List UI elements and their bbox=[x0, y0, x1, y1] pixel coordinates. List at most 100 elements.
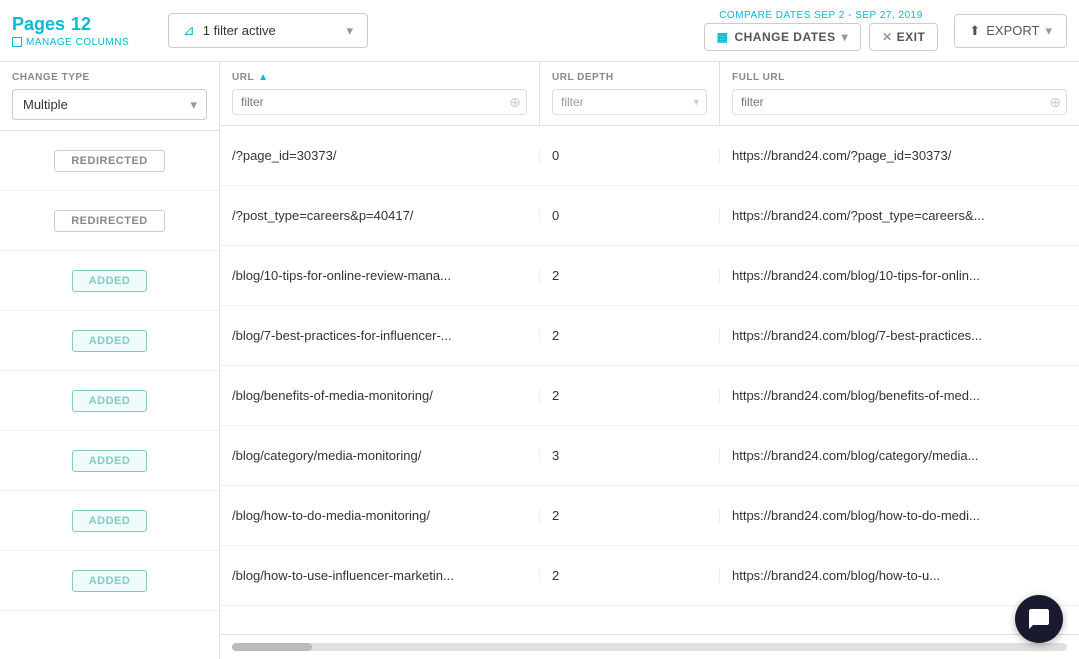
cell-url: /?page_id=30373/ bbox=[220, 148, 540, 163]
badge-redirected: REDIRECTED bbox=[54, 210, 165, 232]
manage-columns-button[interactable]: MANAGE COLUMNS bbox=[12, 37, 152, 48]
change-type-cell: REDIRECTED bbox=[0, 191, 219, 251]
change-type-column-label: CHANGE TYPE bbox=[12, 72, 207, 83]
calendar-icon: ▦ bbox=[717, 30, 729, 44]
cell-url: /blog/benefits-of-media-monitoring/ bbox=[220, 388, 540, 403]
sort-asc-icon[interactable]: ▲ bbox=[258, 72, 268, 83]
exit-label: EXIT bbox=[897, 30, 926, 44]
chat-bubble-button[interactable] bbox=[1015, 595, 1063, 643]
cell-full-url: https://brand24.com/?page_id=30373/ bbox=[720, 148, 1079, 163]
table-row: /blog/how-to-use-influencer-marketin...2… bbox=[220, 546, 1079, 606]
chevron-down-icon: ▾ bbox=[1045, 23, 1052, 39]
change-type-cells: REDIRECTED REDIRECTED ADDED ADDED ADDED ADDED… bbox=[0, 131, 219, 611]
cell-full-url: https://brand24.com/blog/category/media.… bbox=[720, 448, 1079, 463]
badge-added: ADDED bbox=[72, 570, 148, 592]
pages-label: Pages bbox=[12, 14, 65, 35]
url-header-label: URL ▲ bbox=[232, 72, 527, 83]
chevron-down-icon: ▾ bbox=[346, 23, 353, 39]
manage-columns-label: MANAGE COLUMNS bbox=[26, 37, 129, 48]
url-column-header: URL ▲ ⊕ bbox=[220, 62, 540, 125]
pages-title: Pages 12 bbox=[12, 14, 152, 35]
cell-full-url: https://brand24.com/?post_type=careers&.… bbox=[720, 208, 1079, 223]
cell-depth: 3 bbox=[540, 448, 720, 463]
data-rows: /?page_id=30373/0https://brand24.com/?pa… bbox=[220, 126, 1079, 634]
table-row: /blog/how-to-do-media-monitoring/2https:… bbox=[220, 486, 1079, 546]
change-type-select-wrapper: Multiple Added Redirected Removed Modifi… bbox=[12, 89, 207, 120]
change-type-cell: ADDED bbox=[0, 491, 219, 551]
cell-full-url: https://brand24.com/blog/10-tips-for-onl… bbox=[720, 268, 1079, 283]
badge-added: ADDED bbox=[72, 510, 148, 532]
data-header: URL ▲ ⊕ URL DEPTH filter bbox=[220, 62, 1079, 126]
cell-depth: 2 bbox=[540, 268, 720, 283]
data-area: URL ▲ ⊕ URL DEPTH filter bbox=[220, 62, 1079, 659]
full-url-column-header: FULL URL ⊕ bbox=[720, 62, 1079, 125]
change-type-cell: ADDED bbox=[0, 371, 219, 431]
table-row: /?post_type=careers&p=40417/0https://bra… bbox=[220, 186, 1079, 246]
export-label: EXPORT bbox=[986, 23, 1039, 38]
filter-add-icon[interactable]: ⊕ bbox=[509, 94, 521, 111]
filter-button[interactable]: ⊿ 1 filter active ▾ bbox=[168, 13, 368, 48]
cell-depth: 2 bbox=[540, 508, 720, 523]
table-row: /blog/category/media-monitoring/3https:/… bbox=[220, 426, 1079, 486]
depth-filter-select[interactable]: filter bbox=[552, 89, 707, 115]
scroll-area bbox=[220, 634, 1079, 659]
badge-redirected: REDIRECTED bbox=[54, 150, 165, 172]
compare-dates-label: COMPARE DATES SEP 2 - SEP 27, 2019 bbox=[719, 10, 923, 21]
change-type-cell: ADDED bbox=[0, 551, 219, 611]
change-type-cell: ADDED bbox=[0, 251, 219, 311]
url-depth-header-label: URL DEPTH bbox=[552, 72, 707, 83]
full-url-filter-input[interactable] bbox=[732, 89, 1067, 115]
scrollbar-thumb[interactable] bbox=[232, 643, 312, 651]
url-filter-wrap: ⊕ bbox=[232, 89, 527, 115]
full-url-filter-wrap: ⊕ bbox=[732, 89, 1067, 115]
depth-filter-wrap: filter bbox=[552, 89, 707, 115]
cell-url: /blog/how-to-do-media-monitoring/ bbox=[220, 508, 540, 523]
export-button[interactable]: ⬆ EXPORT ▾ bbox=[954, 14, 1067, 48]
change-type-cell: REDIRECTED bbox=[0, 131, 219, 191]
cell-url: /blog/how-to-use-influencer-marketin... bbox=[220, 568, 540, 583]
table-row: /blog/7-best-practices-for-influencer-..… bbox=[220, 306, 1079, 366]
pages-count: 12 bbox=[71, 14, 91, 35]
change-type-header: CHANGE TYPE Multiple Added Redirected Re… bbox=[0, 62, 219, 131]
change-type-select[interactable]: Multiple Added Redirected Removed Modifi… bbox=[12, 89, 207, 120]
exit-button[interactable]: ✕ EXIT bbox=[869, 23, 938, 51]
header: Pages 12 MANAGE COLUMNS ⊿ 1 filter activ… bbox=[0, 0, 1079, 62]
cell-depth: 0 bbox=[540, 148, 720, 163]
cell-full-url: https://brand24.com/blog/how-to-u... bbox=[720, 568, 1079, 583]
cell-url: /blog/10-tips-for-online-review-mana... bbox=[220, 268, 540, 283]
cell-full-url: https://brand24.com/blog/how-to-do-medi.… bbox=[720, 508, 1079, 523]
cell-depth: 2 bbox=[540, 328, 720, 343]
url-filter-input[interactable] bbox=[232, 89, 527, 115]
cell-url: /blog/category/media-monitoring/ bbox=[220, 448, 540, 463]
badge-added: ADDED bbox=[72, 330, 148, 352]
change-type-cell: ADDED bbox=[0, 311, 219, 371]
change-type-column: CHANGE TYPE Multiple Added Redirected Re… bbox=[0, 62, 220, 659]
table-wrapper: CHANGE TYPE Multiple Added Redirected Re… bbox=[0, 62, 1079, 659]
table-row: /blog/benefits-of-media-monitoring/2http… bbox=[220, 366, 1079, 426]
funnel-icon: ⊿ bbox=[183, 22, 195, 39]
change-dates-label: CHANGE DATES bbox=[734, 30, 835, 44]
export-icon: ⬆ bbox=[969, 23, 980, 39]
filter-active-label: 1 filter active bbox=[203, 23, 339, 38]
cell-depth: 2 bbox=[540, 568, 720, 583]
horizontal-scrollbar[interactable] bbox=[232, 643, 1067, 651]
cell-depth: 2 bbox=[540, 388, 720, 403]
close-icon: ✕ bbox=[882, 30, 893, 44]
badge-added: ADDED bbox=[72, 450, 148, 472]
chevron-down-icon: ▾ bbox=[842, 30, 849, 44]
change-dates-button[interactable]: ▦ CHANGE DATES ▾ bbox=[704, 23, 862, 51]
cell-depth: 0 bbox=[540, 208, 720, 223]
cell-full-url: https://brand24.com/blog/7-best-practice… bbox=[720, 328, 1079, 343]
fullurl-filter-add-icon[interactable]: ⊕ bbox=[1049, 94, 1061, 111]
url-depth-column-header: URL DEPTH filter bbox=[540, 62, 720, 125]
chat-icon bbox=[1027, 607, 1051, 631]
table-row: /?page_id=30373/0https://brand24.com/?pa… bbox=[220, 126, 1079, 186]
badge-added: ADDED bbox=[72, 270, 148, 292]
cell-url: /?post_type=careers&p=40417/ bbox=[220, 208, 540, 223]
full-url-header-label: FULL URL bbox=[732, 72, 1067, 83]
change-type-cell: ADDED bbox=[0, 431, 219, 491]
compare-section: COMPARE DATES SEP 2 - SEP 27, 2019 ▦ CHA… bbox=[704, 10, 939, 51]
table-row: /blog/10-tips-for-online-review-mana...2… bbox=[220, 246, 1079, 306]
grid-icon bbox=[12, 37, 22, 47]
badge-added: ADDED bbox=[72, 390, 148, 412]
